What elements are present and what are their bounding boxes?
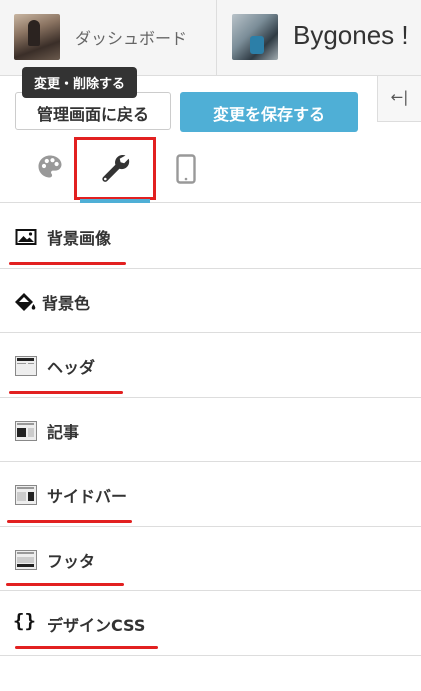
paint-bucket-icon [15, 292, 36, 311]
save-changes-button[interactable]: 変更を保存する [180, 92, 358, 132]
active-tab-indicator [80, 199, 150, 203]
dashboard-label[interactable]: ダッシュボード [75, 25, 187, 49]
menu-item-footer[interactable]: フッタ [0, 527, 421, 591]
menu-item-label: サイドバー [47, 487, 128, 506]
css-braces-icon: {} [13, 610, 36, 632]
top-bar: ダッシュボード Bygones ! [0, 0, 421, 76]
sidebar-layout-icon [15, 485, 37, 505]
footer-layout-icon [15, 549, 37, 570]
article-layout-icon [15, 420, 37, 441]
menu-item-label: 背景画像 [47, 229, 112, 248]
menu-item-label: フッタ [47, 551, 96, 571]
blog-avatar[interactable] [232, 14, 278, 60]
palette-icon [38, 155, 62, 178]
red-underline [15, 646, 158, 649]
red-underline [9, 262, 126, 265]
menu-item-design-css[interactable]: {} デザインCSS [0, 591, 421, 656]
collapse-icon: ←| [390, 88, 409, 106]
menu-item-label: 背景色 [42, 293, 91, 313]
tab-customize[interactable] [74, 132, 156, 203]
menu-item-article[interactable]: 記事 [0, 398, 421, 462]
menu-item-header[interactable]: ヘッダ [0, 333, 421, 398]
mobile-icon [176, 154, 196, 184]
menu-item-sidebar[interactable]: サイドバー [0, 462, 421, 527]
tab-design[interactable] [26, 132, 74, 203]
customize-tabs [0, 132, 421, 203]
tooltip: 変更・削除する [22, 67, 138, 98]
header-layout-icon [15, 356, 37, 376]
dashboard-link[interactable]: ダッシュボード [0, 0, 217, 76]
highlight-box [74, 137, 156, 200]
menu-item-label: 記事 [47, 422, 80, 442]
menu-item-background-image[interactable]: 背景画像 [0, 204, 421, 269]
menu-item-background-color[interactable]: 背景色 [0, 269, 421, 333]
red-underline [7, 520, 132, 523]
blog-title[interactable]: Bygones ! [293, 20, 409, 51]
collapse-panel-button[interactable]: ←| [377, 76, 421, 122]
image-icon [15, 229, 37, 245]
red-underline [6, 582, 124, 586]
customize-menu: 背景画像 背景色 ヘッダ 記事 サイドバー フッタ {} デザインCSS [0, 204, 421, 656]
red-underline [9, 391, 123, 394]
user-avatar[interactable] [14, 14, 60, 60]
menu-item-label: デザインCSS [47, 616, 146, 635]
menu-item-label: ヘッダ [47, 358, 96, 377]
tab-smartphone[interactable] [160, 132, 212, 203]
